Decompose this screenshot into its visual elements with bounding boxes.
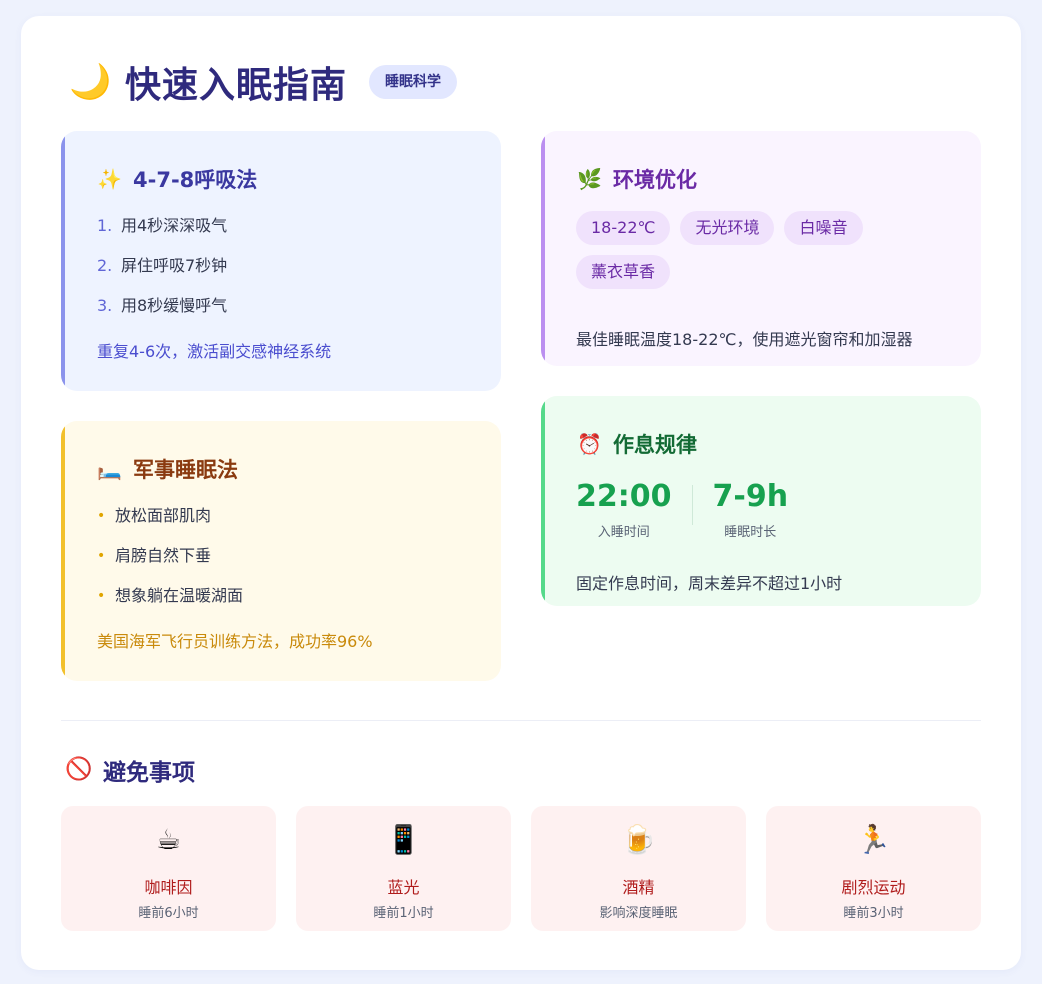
page-title: 快速入眠指南 <box>125 65 348 106</box>
schedule-desc: 固定作息时间，周末差异不超过1小时 <box>576 574 843 593</box>
avoid-header: 🚫 避免事项 <box>65 755 195 787</box>
breathing-title: 4-7-8呼吸法 <box>133 168 258 192</box>
avoid-item-sub: 睡前3小时 <box>843 906 904 921</box>
breathing-header: ✨ 4-7-8呼吸法 <box>97 164 257 194</box>
avoid-item-name: 蓝光 <box>387 878 420 897</box>
military-title: 军事睡眠法 <box>133 458 238 482</box>
military-panel: 🛏️ 军事睡眠法 • 放松面部肌肉 • 肩膀自然下垂 • 想象躺在温暖湖面 美国… <box>61 421 501 681</box>
stat-duration: 7-9h 睡眠时长 <box>713 479 789 540</box>
step-text: 屏住呼吸7秒钟 <box>121 256 228 275</box>
coffee-icon: ☕ <box>155 823 182 856</box>
tag-temperature: 18-22℃ <box>576 211 671 245</box>
stat-value: 7-9h <box>712 479 789 514</box>
military-note: 美国海军飞行员训练方法，成功率96% <box>97 632 373 651</box>
avoid-item-sub: 睡前6小时 <box>138 906 199 921</box>
avoid-item-alcohol: 🍺 酒精 影响深度睡眠 <box>531 806 746 931</box>
environment-title: 环境优化 <box>613 168 697 192</box>
step-text: 放松面部肌肉 <box>115 506 212 525</box>
guide-card: 🌙 快速入眠指南 睡眠科学 ✨ 4-7-8呼吸法 1. 用4秒深深吸气 2. 屏… <box>21 16 1021 970</box>
military-header: 🛏️ 军事睡眠法 <box>97 454 238 484</box>
step-text: 肩膀自然下垂 <box>115 546 212 565</box>
list-item: 1. 用4秒深深吸气 <box>97 211 227 251</box>
breathing-panel: ✨ 4-7-8呼吸法 1. 用4秒深深吸气 2. 屏住呼吸7秒钟 3. 用8秒缓… <box>61 131 501 391</box>
environment-panel: 🌿 环境优化 18-22℃ 无光环境 白噪音 薰衣草香 最佳睡眠温度18-22℃… <box>541 131 981 366</box>
avoid-item-name: 咖啡因 <box>144 878 193 897</box>
breathing-steps: 1. 用4秒深深吸气 2. 屏住呼吸7秒钟 3. 用8秒缓慢呼气 <box>97 211 227 331</box>
list-item: • 放松面部肌肉 <box>97 501 243 541</box>
stat-divider <box>691 485 693 525</box>
alarm-clock-icon: ⏰ <box>577 432 602 456</box>
schedule-stats: 22:00 入睡时间 7-9h 睡眠时长 <box>576 479 788 540</box>
sparkles-icon: ✨ <box>97 167 122 191</box>
schedule-title: 作息规律 <box>613 433 697 457</box>
schedule-panel: ⏰ 作息规律 22:00 入睡时间 7-9h 睡眠时长 固定作息时间，周末差异不… <box>541 396 981 606</box>
schedule-header: ⏰ 作息规律 <box>577 429 697 459</box>
stat-label: 睡眠时长 <box>724 525 777 540</box>
avoid-item-name: 酒精 <box>622 878 655 897</box>
avoid-item-exercise: 🏃 剧烈运动 睡前3小时 <box>766 806 981 931</box>
avoid-item-caffeine: ☕ 咖啡因 睡前6小时 <box>61 806 276 931</box>
tag-white-noise: 白噪音 <box>784 211 863 245</box>
step-number: 2. <box>97 256 113 275</box>
avoid-item-name: 剧烈运动 <box>841 878 906 897</box>
list-item: 3. 用8秒缓慢呼气 <box>97 291 227 331</box>
avoid-title: 避免事项 <box>103 760 195 786</box>
avoid-list: ☕ 咖啡因 睡前6小时 📱 蓝光 睡前1小时 🍺 酒精 影响深度睡眠 🏃 剧烈运… <box>61 806 981 931</box>
avoid-item-sub: 影响深度睡眠 <box>599 906 678 921</box>
bullet: • <box>97 508 106 524</box>
stat-bedtime: 22:00 入睡时间 <box>576 479 672 540</box>
running-icon: 🏃 <box>856 823 891 856</box>
avoid-item-sub: 睡前1小时 <box>373 906 434 921</box>
list-item: • 想象躺在温暖湖面 <box>97 581 243 621</box>
step-text: 想象躺在温暖湖面 <box>115 586 244 605</box>
stat-value: 22:00 <box>576 479 672 514</box>
phone-icon: 📱 <box>386 823 421 856</box>
tag-lavender: 薰衣草香 <box>576 255 671 289</box>
bullet: • <box>97 548 106 564</box>
step-number: 1. <box>97 216 113 235</box>
moon-icon: 🌙 <box>69 62 112 102</box>
bullet: • <box>97 588 106 604</box>
prohibited-icon: 🚫 <box>65 757 93 782</box>
page-header: 🌙 快速入眠指南 睡眠科学 <box>69 60 458 106</box>
list-item: 2. 屏住呼吸7秒钟 <box>97 251 227 291</box>
environment-tags: 18-22℃ 无光环境 白噪音 薰衣草香 <box>576 211 956 289</box>
herb-icon: 🌿 <box>577 167 602 191</box>
step-text: 用8秒缓慢呼气 <box>121 296 228 315</box>
breathing-note: 重复4-6次，激活副交感神经系统 <box>97 342 332 361</box>
military-steps: • 放松面部肌肉 • 肩膀自然下垂 • 想象躺在温暖湖面 <box>97 501 243 621</box>
environment-desc: 最佳睡眠温度18-22℃，使用遮光窗帘和加湿器 <box>576 330 913 349</box>
step-text: 用4秒深深吸气 <box>121 216 228 235</box>
stat-label: 入睡时间 <box>597 525 650 540</box>
list-item: • 肩膀自然下垂 <box>97 541 243 581</box>
bed-icon: 🛏️ <box>97 457 122 481</box>
environment-header: 🌿 环境优化 <box>577 164 697 194</box>
category-badge: 睡眠科学 <box>369 65 458 99</box>
avoid-item-blue-light: 📱 蓝光 睡前1小时 <box>296 806 511 931</box>
tag-darkness: 无光环境 <box>680 211 775 245</box>
beer-icon: 🍺 <box>621 823 656 856</box>
step-number: 3. <box>97 296 113 315</box>
section-divider <box>61 720 981 721</box>
